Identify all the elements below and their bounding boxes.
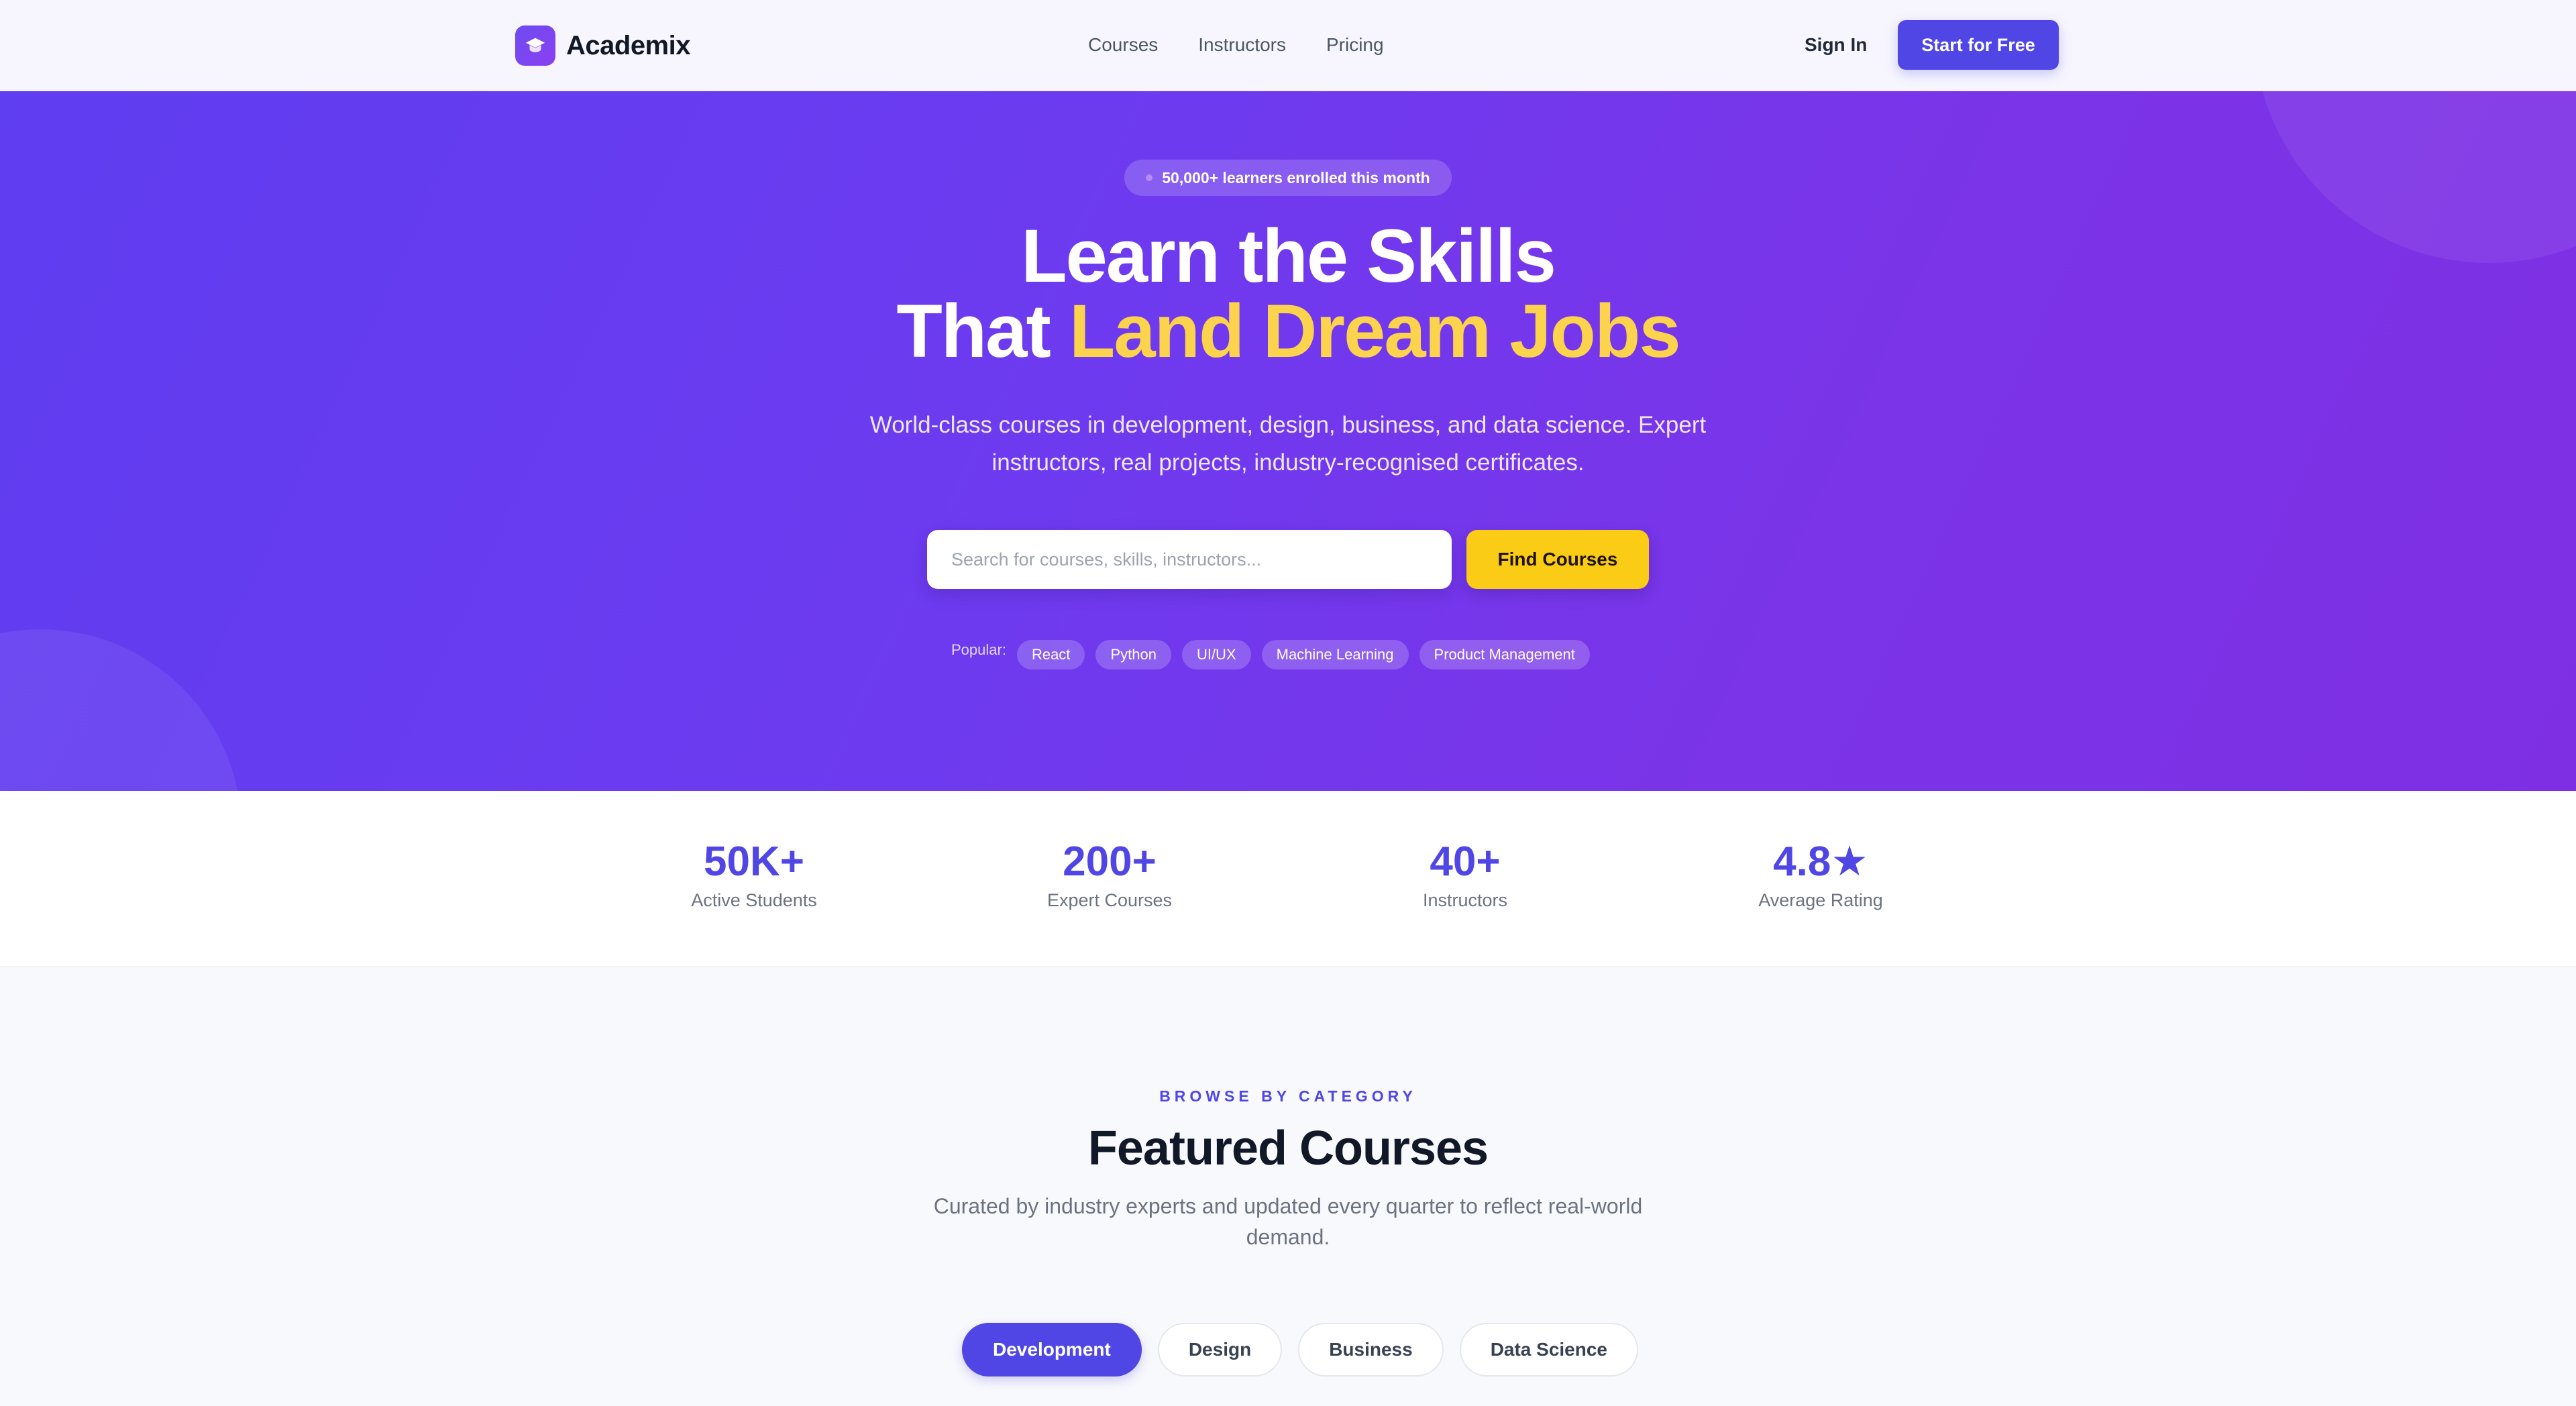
nav-link-instructors[interactable]: Instructors	[1198, 31, 1286, 59]
section-subtitle: Curated by industry experts and updated …	[933, 1194, 1643, 1249]
enrollment-badge: 50,000+ learners enrolled this month	[1124, 160, 1452, 196]
hero-section: 50,000+ learners enrolled this month Lea…	[0, 91, 2576, 791]
hero-title-line-1: Learn the Skills	[1021, 214, 1556, 298]
stat-label: Average Rating	[1758, 890, 1883, 910]
stat-label: Active Students	[691, 890, 817, 910]
stat-value: 50K+	[704, 839, 804, 885]
nav-link-pricing[interactable]: Pricing	[1326, 31, 1384, 59]
nav-link-courses[interactable]: Courses	[1088, 31, 1158, 59]
popular-tags: Popular: React Python UI/UX Machine Lear…	[951, 640, 1590, 669]
main-nav: Courses Instructors Pricing	[1088, 31, 1384, 59]
stats-bar: 50K+ Active Students 200+ Expert Courses…	[0, 791, 2576, 967]
dot-icon	[1146, 174, 1153, 181]
top-navbar: Academix Courses Instructors Pricing Sig…	[0, 0, 2576, 91]
brand-logo[interactable]: Academix	[515, 25, 690, 66]
popular-label: Popular:	[951, 641, 1006, 658]
stat-label: Expert Courses	[1046, 890, 1173, 910]
tag-product-management[interactable]: Product Management	[1419, 640, 1590, 669]
section-title: Featured Courses	[1087, 1122, 1489, 1175]
tag-machine-learning[interactable]: Machine Learning	[1261, 640, 1409, 669]
stat-value: 40+	[1430, 839, 1501, 885]
stat-average-rating: 4.8★ Average Rating	[1680, 839, 1962, 911]
tab-business[interactable]: Business	[1298, 1323, 1444, 1376]
find-courses-button[interactable]: Find Courses	[1466, 530, 1649, 589]
stat-value: 200+	[1063, 839, 1157, 885]
tab-data-science[interactable]: Data Science	[1459, 1323, 1639, 1376]
hero-title-accent: Land Dream Jobs	[1069, 289, 1681, 373]
hero-title-prefix: That	[896, 289, 1069, 373]
tab-development[interactable]: Development	[962, 1323, 1142, 1376]
section-eyebrow: BROWSE BY CATEGORY	[1159, 1087, 1417, 1105]
tag-react[interactable]: React	[1016, 640, 1085, 669]
decorative-circle	[2254, 91, 2576, 263]
graduation-cap-icon	[515, 25, 555, 66]
course-search-input[interactable]	[927, 530, 1452, 589]
tag-python[interactable]: Python	[1095, 640, 1171, 669]
category-tabs: Development Design Business Data Science	[962, 1323, 1639, 1376]
stat-expert-courses: 200+ Expert Courses	[969, 839, 1250, 911]
hero-title: Learn the Skills That Land Dream Jobs	[617, 219, 1959, 369]
stat-instructors: 40+ Instructors	[1324, 839, 1606, 911]
decorative-circle	[0, 629, 241, 791]
sign-in-link[interactable]: Sign In	[1805, 31, 1867, 59]
tab-design[interactable]: Design	[1157, 1323, 1283, 1376]
tag-ui-ux[interactable]: UI/UX	[1181, 640, 1251, 669]
stat-value: 4.8★	[1773, 839, 1868, 885]
start-for-free-button[interactable]: Start for Free	[1898, 20, 2059, 70]
featured-courses-section: BROWSE BY CATEGORY Featured Courses Cura…	[0, 967, 2576, 1406]
stat-label: Instructors	[1422, 890, 1508, 910]
brand-name: Academix	[566, 30, 690, 60]
hero-subtitle: World-class courses in development, desi…	[869, 412, 1707, 476]
stat-active-students: 50K+ Active Students	[613, 839, 895, 911]
badge-text: 50,000+ learners enrolled this month	[1162, 168, 1430, 186]
hero-title-line-2: That Land Dream Jobs	[617, 294, 1959, 369]
